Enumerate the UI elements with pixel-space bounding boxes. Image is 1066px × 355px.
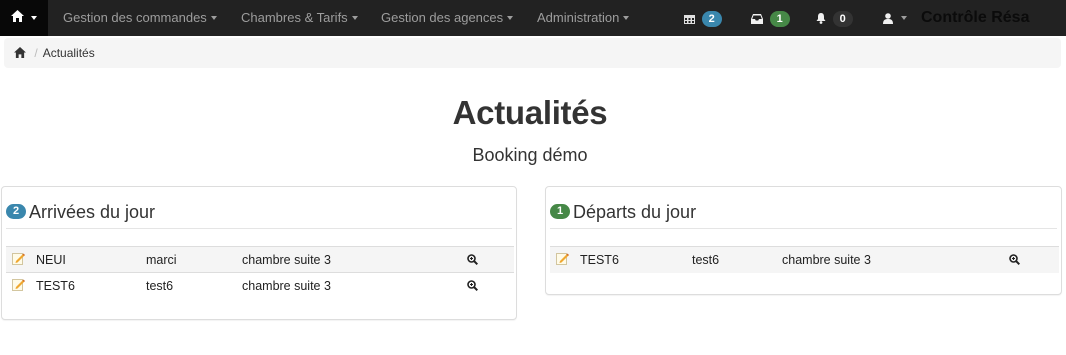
- user-icon: [883, 10, 897, 25]
- reservation-name: TEST6: [580, 252, 619, 267]
- breadcrumb-separator: /: [34, 46, 38, 60]
- table-row: TEST6 test6 chambre suite 3: [550, 246, 1059, 273]
- client-name: test6: [146, 278, 174, 293]
- zoom-cell: [467, 247, 514, 273]
- home-icon: [10, 10, 28, 25]
- client-name: marci: [146, 252, 177, 267]
- chevron-down-icon: [900, 15, 907, 20]
- arrivals-table: NEUI marci chambre suite 3 TEST6 test6 c…: [6, 246, 514, 299]
- room-name: chambre suite 3: [782, 252, 871, 267]
- divider: [550, 228, 1057, 229]
- page-title: Actualités: [452, 94, 608, 131]
- menu-label: Administration: [537, 10, 620, 25]
- zoom-in-icon[interactable]: [467, 254, 514, 265]
- client-name: test6: [692, 252, 720, 267]
- home-icon: [14, 46, 29, 60]
- calendar-notifications[interactable]: 2: [684, 0, 722, 36]
- calendar-icon: [684, 10, 699, 25]
- arrivals-heading: 2 Arrivées du jour: [6, 199, 155, 225]
- chevron-down-icon: [351, 15, 358, 20]
- inbox-icon: [751, 10, 767, 25]
- bell-icon: [816, 10, 830, 25]
- reservation-name: NEUI: [36, 252, 66, 267]
- arrivals-title: Arrivées du jour: [29, 202, 156, 222]
- edit-icon[interactable]: [12, 252, 25, 268]
- departures-heading: 1 Départs du jour: [550, 199, 696, 225]
- zoom-in-icon[interactable]: [1009, 254, 1059, 266]
- chevron-down-icon: [507, 15, 514, 20]
- zoom-cell: [467, 273, 514, 299]
- breadcrumb-current: Actualités: [42, 46, 95, 60]
- user-menu[interactable]: [883, 0, 907, 36]
- menu-label: Gestion des commandes: [63, 10, 207, 25]
- table-row: NEUI marci chambre suite 3: [6, 246, 514, 273]
- calendar-badge: 2: [701, 10, 722, 27]
- edit-cell: [6, 247, 36, 273]
- edit-cell: [6, 273, 36, 299]
- top-navbar: Gestion des commandes Chambres & Tarifs …: [0, 0, 1066, 36]
- breadcrumb-home[interactable]: [14, 46, 29, 60]
- edit-icon[interactable]: [12, 278, 25, 294]
- menu-gestion-agences[interactable]: Gestion des agences: [381, 0, 514, 36]
- chevron-down-icon: [210, 15, 217, 20]
- table-row: TEST6 test6 chambre suite 3: [6, 272, 514, 299]
- inbox-notifications[interactable]: 1: [751, 0, 790, 36]
- chevron-down-icon: [623, 15, 630, 20]
- menu-gestion-commandes[interactable]: Gestion des commandes: [63, 0, 217, 36]
- departures-table: TEST6 test6 chambre suite 3: [550, 246, 1059, 273]
- arrivals-panel: 2 Arrivées du jour NEUI marci chambre sui…: [1, 186, 517, 320]
- home-menu[interactable]: [0, 0, 48, 36]
- divider: [6, 228, 512, 229]
- reservation-name: TEST6: [36, 278, 75, 293]
- edit-icon[interactable]: [556, 252, 569, 268]
- menu-label: Gestion des agences: [381, 10, 504, 25]
- departures-panel: 1 Départs du jour TEST6 test6 chambre sui…: [545, 186, 1062, 295]
- inbox-badge: 1: [769, 10, 790, 27]
- departures-count-badge: 1: [550, 204, 570, 220]
- zoom-in-icon[interactable]: [467, 280, 514, 292]
- chevron-down-icon: [31, 15, 38, 20]
- edit-cell: [550, 247, 580, 273]
- alerts-badge: 0: [832, 10, 853, 27]
- breadcrumb: / Actualités: [4, 38, 1061, 68]
- app-title: Contrôle Résa: [921, 9, 1030, 26]
- room-name: chambre suite 3: [242, 252, 331, 267]
- menu-chambres-tarifs[interactable]: Chambres & Tarifs: [241, 0, 358, 36]
- room-name: chambre suite 3: [242, 278, 331, 293]
- arrivals-count-badge: 2: [6, 204, 26, 220]
- menu-administration[interactable]: Administration: [537, 0, 630, 36]
- page-subtitle: Booking démo: [472, 145, 588, 165]
- alerts-notifications[interactable]: 0: [816, 0, 853, 36]
- departures-title: Départs du jour: [573, 202, 697, 222]
- menu-label: Chambres & Tarifs: [241, 10, 348, 25]
- zoom-cell: [1009, 247, 1059, 273]
